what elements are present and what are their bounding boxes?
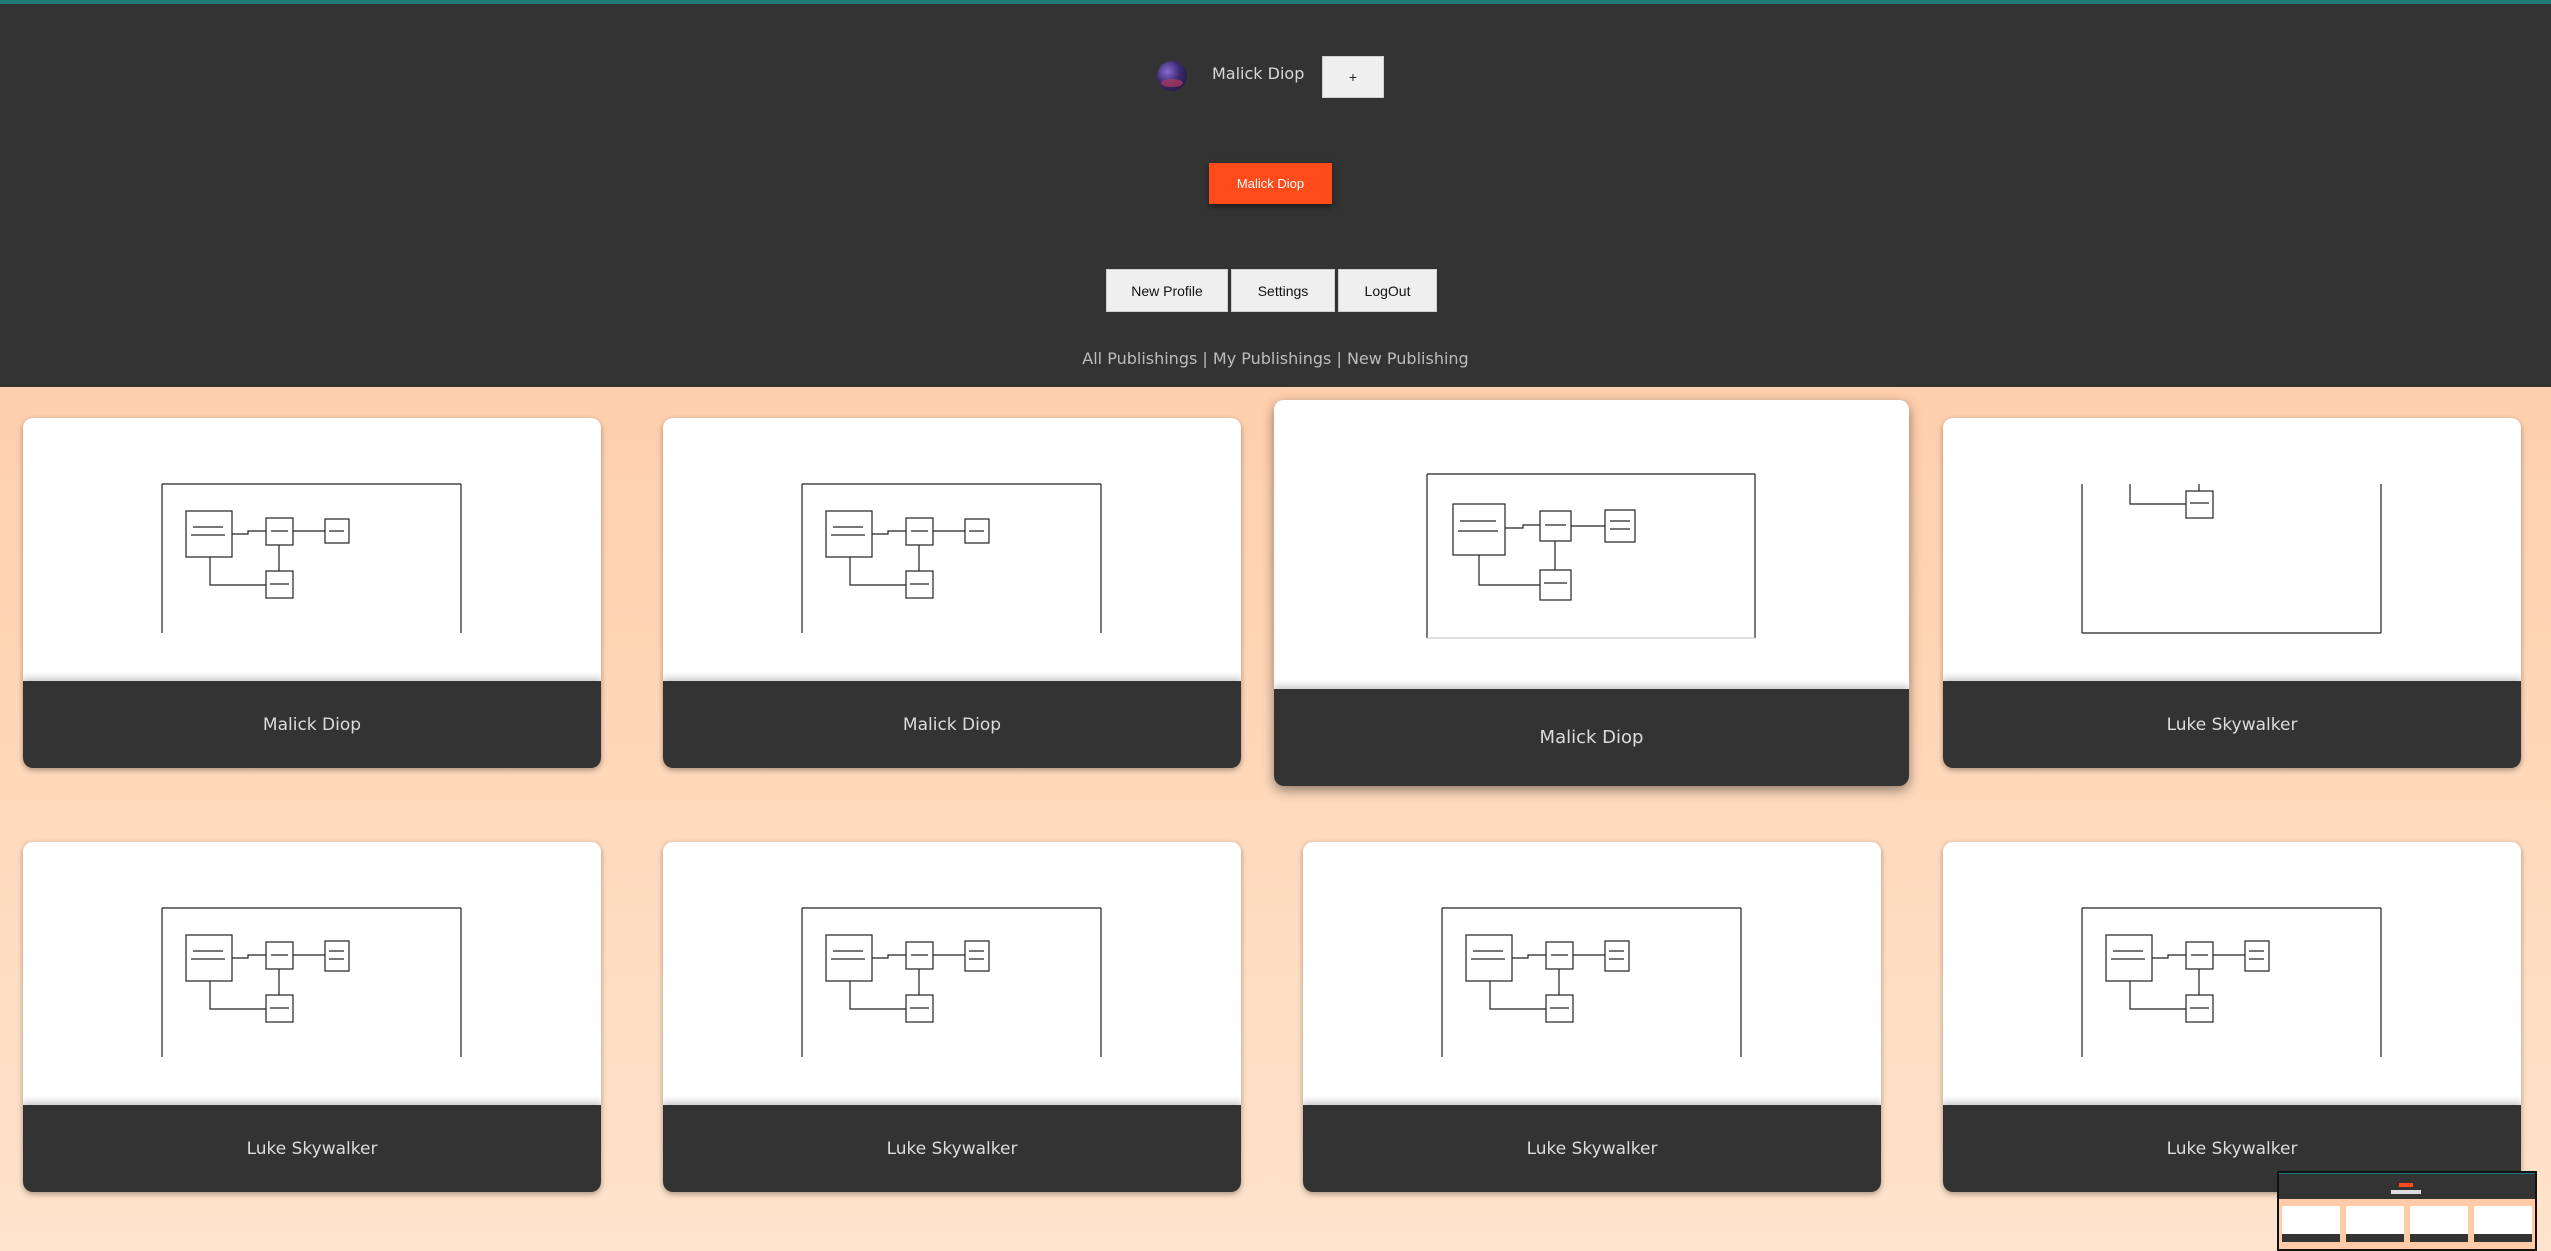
nav-separator: | (1336, 349, 1342, 368)
card-author: Luke Skywalker (1303, 1105, 1881, 1192)
diagram-thumbnail (23, 842, 601, 1105)
diagram-thumbnail (1274, 400, 1909, 689)
publication-card[interactable]: Luke Skywalker (1303, 842, 1881, 1192)
new-profile-button[interactable]: New Profile (1106, 269, 1228, 312)
settings-button[interactable]: Settings (1231, 269, 1335, 312)
card-author: Malick Diop (663, 681, 1241, 768)
all-publishings-link[interactable]: All Publishings (1082, 349, 1197, 368)
card-author: Malick Diop (23, 681, 601, 768)
diagram-thumbnail (663, 418, 1241, 681)
publication-card[interactable]: Luke Skywalker (1943, 418, 2521, 768)
active-profile-button[interactable]: Malick Diop (1209, 163, 1332, 204)
page-minimap[interactable] (2277, 1171, 2537, 1251)
diagram-preview (1426, 473, 1756, 639)
publication-card[interactable]: Luke Skywalker (663, 842, 1241, 1192)
avatar[interactable] (1157, 61, 1187, 91)
publication-card[interactable]: Malick Diop (23, 418, 601, 768)
diagram-thumbnail (663, 842, 1241, 1105)
card-author: Luke Skywalker (663, 1105, 1241, 1192)
diagram-preview (801, 483, 1102, 633)
minimap-preview (2279, 1173, 2535, 1249)
diagram-thumbnail (1943, 842, 2521, 1105)
diagram-thumbnail (1303, 842, 1881, 1105)
diagram-preview (1441, 907, 1742, 1057)
card-author: Luke Skywalker (23, 1105, 601, 1192)
publication-card-hovered[interactable]: Malick Diop (1274, 400, 1909, 786)
diagram-preview (161, 483, 462, 633)
logout-button[interactable]: LogOut (1338, 269, 1437, 312)
diagram-thumbnail (1943, 418, 2521, 681)
diagram-preview (2081, 484, 2382, 634)
user-name: Malick Diop (1212, 64, 1305, 83)
publishing-nav: All Publishings | My Publishings | New P… (0, 349, 2551, 368)
card-author: Luke Skywalker (1943, 681, 2521, 768)
diagram-thumbnail (23, 418, 601, 681)
nav-separator: | (1202, 349, 1208, 368)
card-author: Malick Diop (1274, 689, 1909, 786)
publication-card[interactable]: Malick Diop (663, 418, 1241, 768)
publication-card[interactable]: Luke Skywalker (1943, 842, 2521, 1192)
new-publishing-link[interactable]: New Publishing (1347, 349, 1469, 368)
diagram-preview (161, 907, 462, 1057)
diagram-preview (801, 907, 1102, 1057)
publication-card[interactable]: Luke Skywalker (23, 842, 601, 1192)
my-publishings-link[interactable]: My Publishings (1213, 349, 1331, 368)
diagram-preview (2081, 907, 2382, 1057)
add-profile-button[interactable]: + (1322, 56, 1384, 98)
